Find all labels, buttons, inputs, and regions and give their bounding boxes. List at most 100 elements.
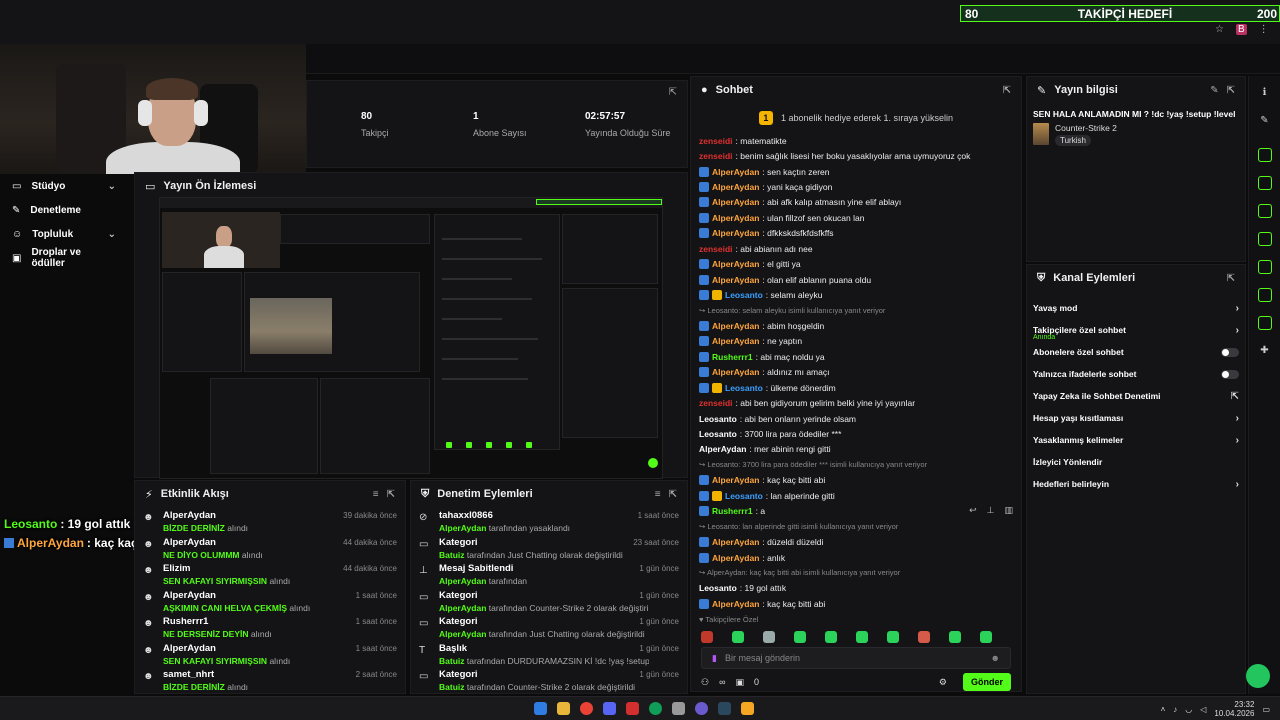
toggle-switch[interactable] <box>1221 369 1239 379</box>
channel-action[interactable]: Takipçilere özel sohbet Anında › <box>1027 319 1245 342</box>
filter-icon[interactable]: ≡ <box>655 489 661 500</box>
chat-message[interactable]: AlperAydan: yani kaça gidiyon <box>699 179 1013 194</box>
mic-icon[interactable]: ♪ <box>1173 705 1177 714</box>
windows-start-icon[interactable] <box>534 702 547 715</box>
chat-username[interactable]: Leosanto <box>699 414 737 424</box>
emote-icon[interactable] <box>949 631 961 643</box>
pin-icon[interactable]: ⊥ <box>987 505 995 516</box>
chat-username[interactable]: Leosanto <box>699 583 737 593</box>
gift-banner[interactable]: 1 1 abonelik hediye ederek 1. sıraya yük… <box>691 103 1021 133</box>
chat-username[interactable]: AlperAydan <box>712 367 759 377</box>
popout-icon[interactable]: ⇱ <box>669 489 677 500</box>
emote-icon[interactable] <box>732 631 744 643</box>
activity-item[interactable]: ☻ AlperAydan SEN KAFAYI SIYIRMIŞSIN alındı… <box>135 640 405 667</box>
channel-action[interactable]: İzleyici Yönlendir <box>1027 451 1245 473</box>
channel-action[interactable]: Yapay Zeka ile Sohbet Denetimi ⇱ <box>1027 385 1245 407</box>
chat-message[interactable]: Rusherrr1: a <box>699 504 1013 519</box>
activity-item[interactable]: ☻ Rusherrr1 NE DERSENİZ DEYİN alındı 1 saat… <box>135 613 405 640</box>
info-icon[interactable]: ℹ <box>1258 86 1272 100</box>
chat-username[interactable]: zenseidi <box>699 136 733 146</box>
opera-icon[interactable] <box>626 702 639 715</box>
chat-username[interactable]: AlperAydan <box>712 553 759 563</box>
emote-icon[interactable] <box>701 631 713 643</box>
wifi-icon[interactable]: ◡ <box>1185 705 1192 714</box>
popout-icon[interactable]: ⇱ <box>1003 85 1011 96</box>
chat-username[interactable]: AlperAydan <box>712 321 759 331</box>
chat-message[interactable]: zenseidi: abi abianın adı nee <box>699 241 1013 256</box>
emote-icon[interactable] <box>763 631 775 643</box>
chat-message[interactable]: AlperAydan: el gitti ya <box>699 257 1013 272</box>
chat-username[interactable]: AlperAydan <box>712 213 759 223</box>
chat-message[interactable]: ♥ Takipçilere Özel <box>699 612 1013 627</box>
chat-username[interactable]: AlperAydan <box>712 599 759 609</box>
chat-username[interactable]: AlperAydan <box>712 167 759 177</box>
activity-item[interactable]: ☻ AlperAydan AŞKIMIN CANI HELVA ÇEKMİŞ alı… <box>135 587 405 614</box>
send-button[interactable]: Gönder <box>962 673 1011 691</box>
chat-icon[interactable] <box>1257 232 1272 246</box>
layout-icon[interactable] <box>1257 288 1272 302</box>
chat-message[interactable]: Leosanto: 19 gol attık <box>699 581 1013 596</box>
edge-icon[interactable] <box>649 702 662 715</box>
notification-icon[interactable]: ▭ <box>1262 705 1270 714</box>
chat-message[interactable]: AlperAydan: aldınız mı amaçı <box>699 365 1013 380</box>
popout-icon[interactable]: ⇱ <box>669 87 677 98</box>
popout-icon[interactable]: ⇱ <box>387 489 395 500</box>
activity-item[interactable]: ☻ AlperAydan BİZDE DERİNİZ alındı 39 dakika… <box>135 507 405 534</box>
chat-username[interactable]: Leosanto <box>725 383 763 393</box>
chat-message[interactable]: Leosanto: 3700 lira para ödediler *** <box>699 426 1013 441</box>
chat-message[interactable]: AlperAydan: kaç kaç bitti abi <box>699 596 1013 611</box>
plus-icon[interactable]: ✚ <box>1258 344 1272 358</box>
reply-icon[interactable]: ↩ <box>969 505 977 516</box>
emote-icon[interactable] <box>825 631 837 643</box>
emote-icon[interactable] <box>980 631 992 643</box>
emoji-icon[interactable]: ☻ <box>991 653 1000 663</box>
chat-message[interactable]: zenseidi: benim sağlık lisesi her boku y… <box>699 148 1013 163</box>
chat-username[interactable]: AlperAydan <box>712 228 759 238</box>
chat-username[interactable]: AlperAydan <box>712 475 759 485</box>
sidebar-item-community[interactable]: ☺ Topluluk ⌄ <box>0 222 128 246</box>
chat-username[interactable]: AlperAydan <box>712 336 759 346</box>
channel-action[interactable]: Yasaklanmış kelimeler › <box>1027 429 1245 451</box>
emote-icon[interactable] <box>918 631 930 643</box>
activity-item[interactable]: ☻ Elizim SEN KAFAYI SIYIRMIŞSIN alındı 44 d… <box>135 560 405 587</box>
activity-item[interactable]: ☻ AlperAydan NE DİYO OLUMMM alındı 44 dakik… <box>135 534 405 561</box>
chat-message[interactable]: AlperAydan: ulan fillzof sen okucan lan <box>699 210 1013 225</box>
chrome-icon[interactable] <box>580 702 593 715</box>
chat-message[interactable]: ↪ Leosanto: 3700 lira para ödediler *** … <box>699 457 1013 472</box>
channel-action[interactable]: Abonelere özel sohbet <box>1027 341 1245 363</box>
edit-icon[interactable]: ✎ <box>1258 114 1272 128</box>
chat-username[interactable]: zenseidi <box>699 151 733 161</box>
channel-action[interactable]: Hedefleri belirleyin › <box>1027 473 1245 495</box>
moderation-item[interactable]: ▭ Kategori AlperAydan tarafından Counter-S… <box>411 587 687 614</box>
chat-message[interactable]: ↪ AlperAydan: kaç kaç bitti abi isimli k… <box>699 565 1013 580</box>
profile-icon[interactable]: B <box>1235 24 1247 35</box>
file-explorer-icon[interactable] <box>557 702 570 715</box>
star-icon[interactable]: ☆ <box>1215 24 1224 35</box>
chat-message[interactable]: AlperAydan: düzeldi düzeldi <box>699 534 1013 549</box>
app-icon[interactable] <box>672 702 685 715</box>
chat-username[interactable]: AlperAydan <box>712 275 759 285</box>
clock[interactable]: 23:32 10.04.2026 <box>1214 700 1254 718</box>
activity-item[interactable]: ☻ samet_nhrt BİZDE DERİNİZ alındı 2 saat ön… <box>135 666 405 693</box>
wrench-icon[interactable] <box>1257 316 1272 330</box>
chat-message[interactable]: Rusherrr1: abi maç noldu ya <box>699 349 1013 364</box>
preview-video[interactable] <box>159 197 663 479</box>
moderation-item[interactable]: T Başlık Batuiz tarafından DURDURAMAZSIN K… <box>411 640 687 667</box>
chat-username[interactable]: Rusherrr1 <box>712 352 753 362</box>
chat-message[interactable]: AlperAydan: kaç kaç bitti abi <box>699 473 1013 488</box>
sidebar-item-moderation[interactable]: ✎ Denetleme <box>0 198 128 222</box>
chat-input[interactable]: ▮ Bir mesaj gönderin ☻ <box>701 647 1011 669</box>
moderation-item[interactable]: ⊥ Mesaj Sabitlendi AlperAydan tarafından 1 … <box>411 560 687 587</box>
sidebar-item-drops[interactable]: ▣ Droplar ve ödüller <box>0 246 128 270</box>
chat-username[interactable]: AlperAydan <box>712 259 759 269</box>
channel-action[interactable]: Hesap yaşı kısıtlaması › <box>1027 407 1245 429</box>
channel-action[interactable]: Yavaş mod › <box>1027 297 1245 319</box>
toggle-switch[interactable] <box>1221 347 1239 357</box>
book-icon[interactable] <box>1257 204 1272 218</box>
chat-username[interactable]: AlperAydan <box>712 182 759 192</box>
app-icon[interactable] <box>741 702 754 715</box>
chat-username[interactable]: AlperAydan <box>712 197 759 207</box>
popout-icon[interactable]: ⇱ <box>1227 85 1235 96</box>
chevron-up-icon[interactable]: ˄ <box>1161 705 1166 714</box>
chat-message[interactable]: Leosanto: lan alperinde gitti <box>699 488 1013 503</box>
